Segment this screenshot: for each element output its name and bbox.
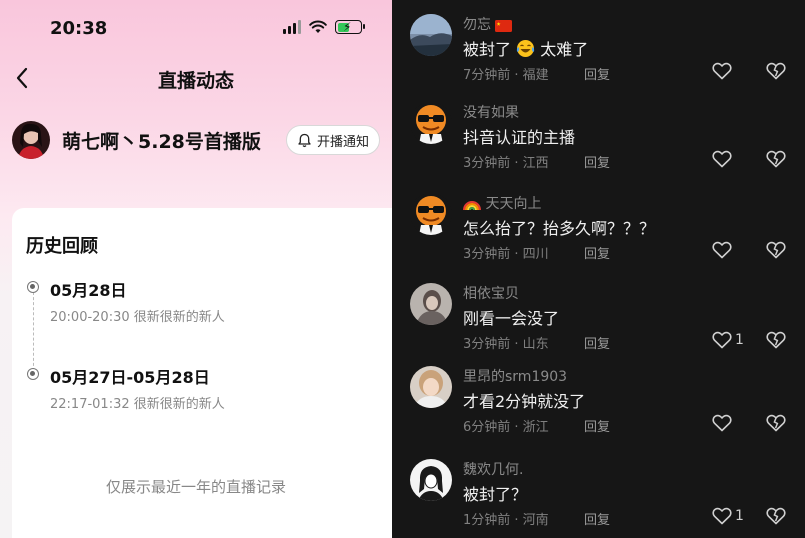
commenter-name: 里昂的srm1903	[463, 369, 568, 385]
live-activity-panel: 20:38 ⚡ 直播动态 萌七啊丶5.28号首播版 开播通知 历史回顾 05月2…	[0, 0, 392, 538]
streamer-name: 萌七啊丶5.28号首播版	[62, 130, 261, 153]
cellular-signal-icon	[283, 20, 301, 34]
broken-heart-icon	[766, 414, 786, 432]
history-card: 历史回顾 05月28日 20:00-20:30 很新很新的新人 05月27日-0…	[12, 208, 392, 538]
streamer-avatar[interactable]	[12, 121, 50, 159]
history-entry-detail: 20:00-20:30 很新很新的新人	[50, 310, 225, 325]
comment-meta: 1分钟前 · 河南	[463, 513, 549, 528]
page-title: 直播动态	[157, 70, 234, 92]
nav-bar: 直播动态	[0, 60, 392, 96]
status-time: 20:38	[50, 18, 108, 39]
comment-meta: 3分钟前 · 山东	[463, 337, 549, 352]
comment-text: 才看2分钟就没了	[463, 392, 586, 411]
comment-text: 抖音认证的主播	[463, 128, 576, 147]
comment-item: 魏欢几何. 被封了？ 1分钟前 · 河南 回复 1	[392, 459, 805, 538]
heart-icon	[712, 507, 732, 525]
streamer-profile: 萌七啊丶5.28号首播版 开播通知	[12, 120, 382, 160]
broken-heart-icon	[766, 331, 786, 349]
dislike-button[interactable]	[766, 62, 786, 84]
like-count: 1	[735, 508, 744, 524]
timeline-connector	[33, 292, 34, 376]
comment-meta: 3分钟前 · 四川	[463, 247, 549, 262]
live-notify-button[interactable]: 开播通知	[285, 125, 380, 155]
history-entry-date[interactable]: 05月28日	[50, 277, 127, 301]
reply-button[interactable]: 回复	[584, 152, 610, 171]
comments-panel: 勿忘 被封了 太难了 7分钟前 · 福建 回复 没有如果 抖音认证的主播 3分钟…	[392, 0, 805, 538]
commenter-avatar[interactable]	[410, 102, 452, 144]
like-button[interactable]	[712, 150, 735, 168]
commenter-avatar[interactable]	[410, 14, 452, 56]
wifi-icon	[309, 20, 327, 33]
comment-text: 被封了 太难了	[463, 36, 588, 60]
comment-text: 怎么抬了？抬多久啊？？？	[463, 219, 656, 238]
dislike-button[interactable]	[766, 241, 786, 263]
heart-icon	[712, 150, 732, 168]
history-entry-detail: 22:17-01:32 很新很新的新人	[50, 397, 225, 412]
broken-heart-icon	[766, 241, 786, 259]
timeline-dot	[27, 368, 39, 380]
broken-heart-icon	[766, 507, 786, 525]
dislike-button[interactable]	[766, 414, 786, 436]
dislike-button[interactable]	[766, 331, 786, 353]
reply-button[interactable]: 回复	[584, 333, 610, 352]
commenter-name-text: 勿忘	[463, 17, 491, 33]
history-footer-note: 仅展示最近一年的直播记录	[105, 478, 286, 496]
comment-meta: 6分钟前 · 浙江	[463, 420, 549, 435]
reply-button[interactable]: 回复	[584, 416, 610, 435]
commenter-name: 勿忘	[463, 14, 513, 34]
like-count: 1	[735, 332, 744, 348]
broken-heart-icon	[766, 62, 786, 80]
history-title: 历史回顾	[26, 236, 98, 257]
battery-icon: ⚡	[335, 20, 365, 34]
commenter-name: 天天向上	[463, 193, 541, 213]
heart-icon	[712, 62, 732, 80]
commenter-name-text: 天天向上	[485, 196, 542, 212]
reply-button[interactable]: 回复	[584, 64, 610, 83]
charging-bolt-icon: ⚡	[343, 20, 352, 34]
comment-item: 相依宝贝 刚看一会没了 3分钟前 · 山东 回复 1	[392, 283, 805, 369]
comment-item: 里昂的srm1903 才看2分钟就没了 6分钟前 · 浙江 回复	[392, 366, 805, 452]
laughing-tears-emoji-icon	[516, 40, 535, 57]
commenter-name: 魏欢几何.	[463, 462, 524, 478]
bell-icon	[298, 133, 311, 147]
dislike-button[interactable]	[766, 507, 786, 529]
heart-icon	[712, 241, 732, 259]
like-button[interactable]	[712, 62, 735, 80]
comment-text-part: 太难了	[540, 40, 589, 59]
dislike-button[interactable]	[766, 150, 786, 172]
comment-text: 被封了？	[463, 485, 528, 504]
comment-item: 天天向上 怎么抬了？抬多久啊？？？ 3分钟前 · 四川 回复	[392, 193, 805, 279]
live-notify-label: 开播通知	[316, 134, 369, 150]
comment-meta: 7分钟前 · 福建	[463, 68, 549, 83]
comment-item: 勿忘 被封了 太难了 7分钟前 · 福建 回复	[392, 14, 805, 100]
timeline-dot	[27, 281, 39, 293]
rainbow-icon	[463, 201, 481, 211]
reply-button[interactable]: 回复	[584, 243, 610, 262]
heart-icon	[712, 414, 732, 432]
broken-heart-icon	[766, 150, 786, 168]
commenter-avatar[interactable]	[410, 366, 452, 408]
comment-text: 刚看一会没了	[463, 309, 560, 328]
reply-button[interactable]: 回复	[584, 509, 610, 528]
like-button[interactable]: 1	[712, 507, 744, 525]
like-button[interactable]	[712, 414, 735, 432]
like-button[interactable]	[712, 241, 735, 259]
comment-text-part: 被封了	[463, 40, 512, 59]
commenter-avatar[interactable]	[410, 283, 452, 325]
comment-meta: 3分钟前 · 江西	[463, 156, 549, 171]
history-entry-date[interactable]: 05月27日-05月28日	[50, 364, 210, 388]
commenter-name: 没有如果	[463, 105, 519, 121]
like-button[interactable]: 1	[712, 331, 744, 349]
commenter-name: 相依宝贝	[463, 286, 519, 302]
commenter-avatar[interactable]	[410, 193, 452, 235]
status-bar: 20:38 ⚡	[0, 14, 392, 44]
china-flag-icon	[495, 20, 513, 32]
status-icons: ⚡	[283, 20, 365, 34]
commenter-avatar[interactable]	[410, 459, 452, 501]
heart-icon	[712, 331, 732, 349]
comment-item: 没有如果 抖音认证的主播 3分钟前 · 江西 回复	[392, 102, 805, 188]
